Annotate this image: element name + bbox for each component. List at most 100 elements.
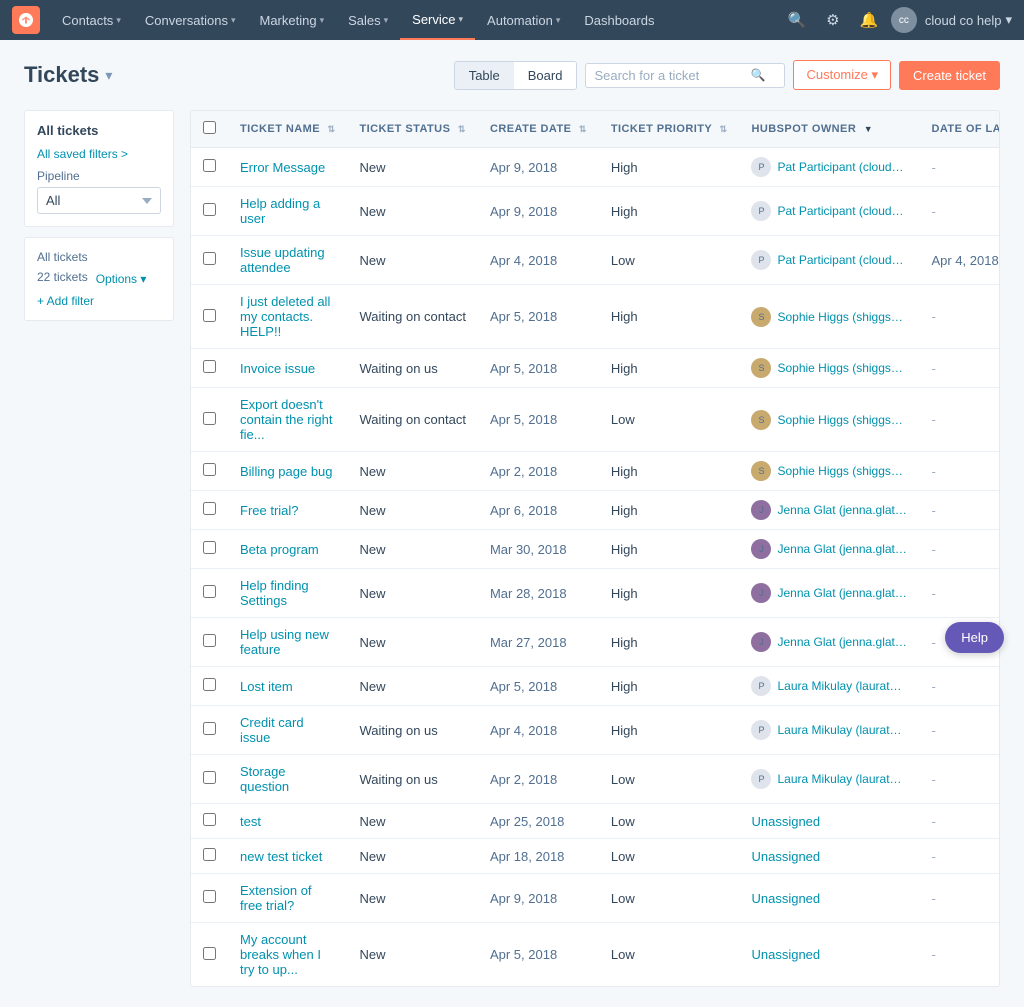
col-last-engage[interactable]: DATE OF LAST ENGAGE... ⇅ [919,111,1000,148]
row-checkbox[interactable] [203,813,216,826]
ticket-status-cell: New [347,569,477,618]
sidebar-section: All tickets All saved filters > Pipeline… [24,110,174,227]
ticket-name-cell: Beta program [228,530,347,569]
ticket-owner-cell: Unassigned [739,923,919,987]
ticket-name-link[interactable]: Free trial? [240,503,299,518]
ticket-name-link[interactable]: I just deleted all my contacts. HELP!! [240,294,330,339]
create-ticket-button[interactable]: Create ticket [899,61,1000,90]
col-ticket-priority[interactable]: TICKET PRIORITY ⇅ [599,111,740,148]
ticket-name-cell: Help using new feature [228,618,347,667]
nav-dashboards[interactable]: Dashboards [572,0,666,40]
search-icon: 🔍 [750,68,765,82]
ticket-name-link[interactable]: Beta program [240,542,319,557]
row-checkbox[interactable] [203,159,216,172]
avatar[interactable]: cc [891,7,917,33]
table-row: Invoice issueWaiting on usApr 5, 2018Hig… [191,349,1000,388]
nav-automation[interactable]: Automation ▾ [475,0,572,40]
ticket-name-link[interactable]: test [240,814,261,829]
ticket-name-link[interactable]: Lost item [240,679,293,694]
board-view-button[interactable]: Board [514,62,577,89]
nav-service[interactable]: Service ▾ [400,0,475,40]
ticket-name-link[interactable]: Help finding Settings [240,578,309,608]
row-checkbox[interactable] [203,360,216,373]
table-view-button[interactable]: Table [455,62,514,89]
hubspot-logo[interactable] [12,6,40,34]
row-checkbox[interactable] [203,463,216,476]
notifications-button[interactable]: 🔔 [855,6,883,34]
owner-name-label: Pat Participant (cloudco... [777,160,907,174]
row-checkbox[interactable] [203,309,216,322]
ticket-name-link[interactable]: Credit card issue [240,715,304,745]
ticket-name-cell: new test ticket [228,839,347,874]
nav-conversations[interactable]: Conversations ▾ [133,0,248,40]
owner-avatar: P [751,769,771,789]
select-all-checkbox[interactable] [203,121,216,134]
owner-info: JJenna Glat (jenna.glat@... [751,500,907,520]
ticket-status-cell: New [347,874,477,923]
owner-name-label: Jenna Glat (jenna.glat@... [777,586,907,600]
ticket-last-engage-cell: Apr 4, 2018 [919,236,1000,285]
top-navigation: Contacts ▾ Conversations ▾ Marketing ▾ S… [0,0,1024,40]
nav-contacts[interactable]: Contacts ▾ [50,0,133,40]
row-checkbox[interactable] [203,947,216,960]
ticket-name-link[interactable]: Error Message [240,160,325,175]
settings-button[interactable]: ⚙ [819,6,847,34]
row-checkbox[interactable] [203,252,216,265]
saved-filters-link[interactable]: All saved filters > [37,147,128,161]
ticket-last-engage-cell: - [919,755,1000,804]
add-filter-link[interactable]: + Add filter [37,294,161,308]
row-checkbox[interactable] [203,541,216,554]
row-checkbox[interactable] [203,634,216,647]
row-checkbox[interactable] [203,722,216,735]
ticket-name-link[interactable]: Help adding a user [240,196,320,226]
ticket-priority-cell: High [599,530,740,569]
ticket-name-cell: Error Message [228,148,347,187]
row-checkbox[interactable] [203,585,216,598]
row-checkbox[interactable] [203,203,216,216]
ticket-last-engage-cell: - [919,839,1000,874]
row-checkbox-cell [191,706,228,755]
col-ticket-name[interactable]: TICKET NAME ⇅ [228,111,347,148]
row-checkbox[interactable] [203,890,216,903]
search-button[interactable]: 🔍 [783,6,811,34]
page-title-dropdown[interactable]: ▾ [105,67,112,84]
col-create-date[interactable]: CREATE DATE ⇅ [478,111,599,148]
ticket-priority-cell: High [599,452,740,491]
table-header-row: TICKET NAME ⇅ TICKET STATUS ⇅ CREATE DAT… [191,111,1000,148]
owner-info: PPat Participant (cloudco... [751,157,907,177]
owner-avatar: S [751,358,771,378]
owner-avatar: S [751,307,771,327]
ticket-search-input[interactable] [594,68,744,83]
col-hubspot-owner[interactable]: HUBSPOT OWNER ▼ [739,111,919,148]
ticket-owner-cell: JJenna Glat (jenna.glat@... [739,569,919,618]
owner-avatar: P [751,676,771,696]
ticket-name-link[interactable]: Issue updating attendee [240,245,325,275]
ticket-status-cell: Waiting on contact [347,388,477,452]
row-checkbox[interactable] [203,412,216,425]
row-checkbox[interactable] [203,848,216,861]
ticket-name-link[interactable]: Storage question [240,764,289,794]
ticket-name-link[interactable]: new test ticket [240,849,322,864]
ticket-name-link[interactable]: Invoice issue [240,361,315,376]
owner-avatar: J [751,500,771,520]
row-checkbox[interactable] [203,502,216,515]
nav-marketing[interactable]: Marketing ▾ [247,0,336,40]
ticket-name-link[interactable]: Extension of free trial? [240,883,312,913]
options-link[interactable]: Options ▾ [96,272,147,286]
nav-sales[interactable]: Sales ▾ [336,0,400,40]
tickets-table: TICKET NAME ⇅ TICKET STATUS ⇅ CREATE DAT… [191,111,1000,986]
ticket-name-link[interactable]: Billing page bug [240,464,333,479]
ticket-name-link[interactable]: Help using new feature [240,627,329,657]
sort-icon: ⇅ [579,124,587,134]
user-menu[interactable]: cloud co help ▾ [925,12,1012,28]
owner-info: JJenna Glat (jenna.glat@... [751,583,907,603]
col-ticket-status[interactable]: TICKET STATUS ⇅ [347,111,477,148]
ticket-name-link[interactable]: Export doesn't contain the right fie... [240,397,333,442]
sort-icon: ▼ [864,124,873,134]
pipeline-select[interactable]: All [37,187,161,214]
customize-button[interactable]: Customize ▾ [793,60,891,90]
ticket-name-link[interactable]: My account breaks when I try to up... [240,932,321,977]
row-checkbox[interactable] [203,678,216,691]
help-button[interactable]: Help [945,622,1004,653]
row-checkbox[interactable] [203,771,216,784]
